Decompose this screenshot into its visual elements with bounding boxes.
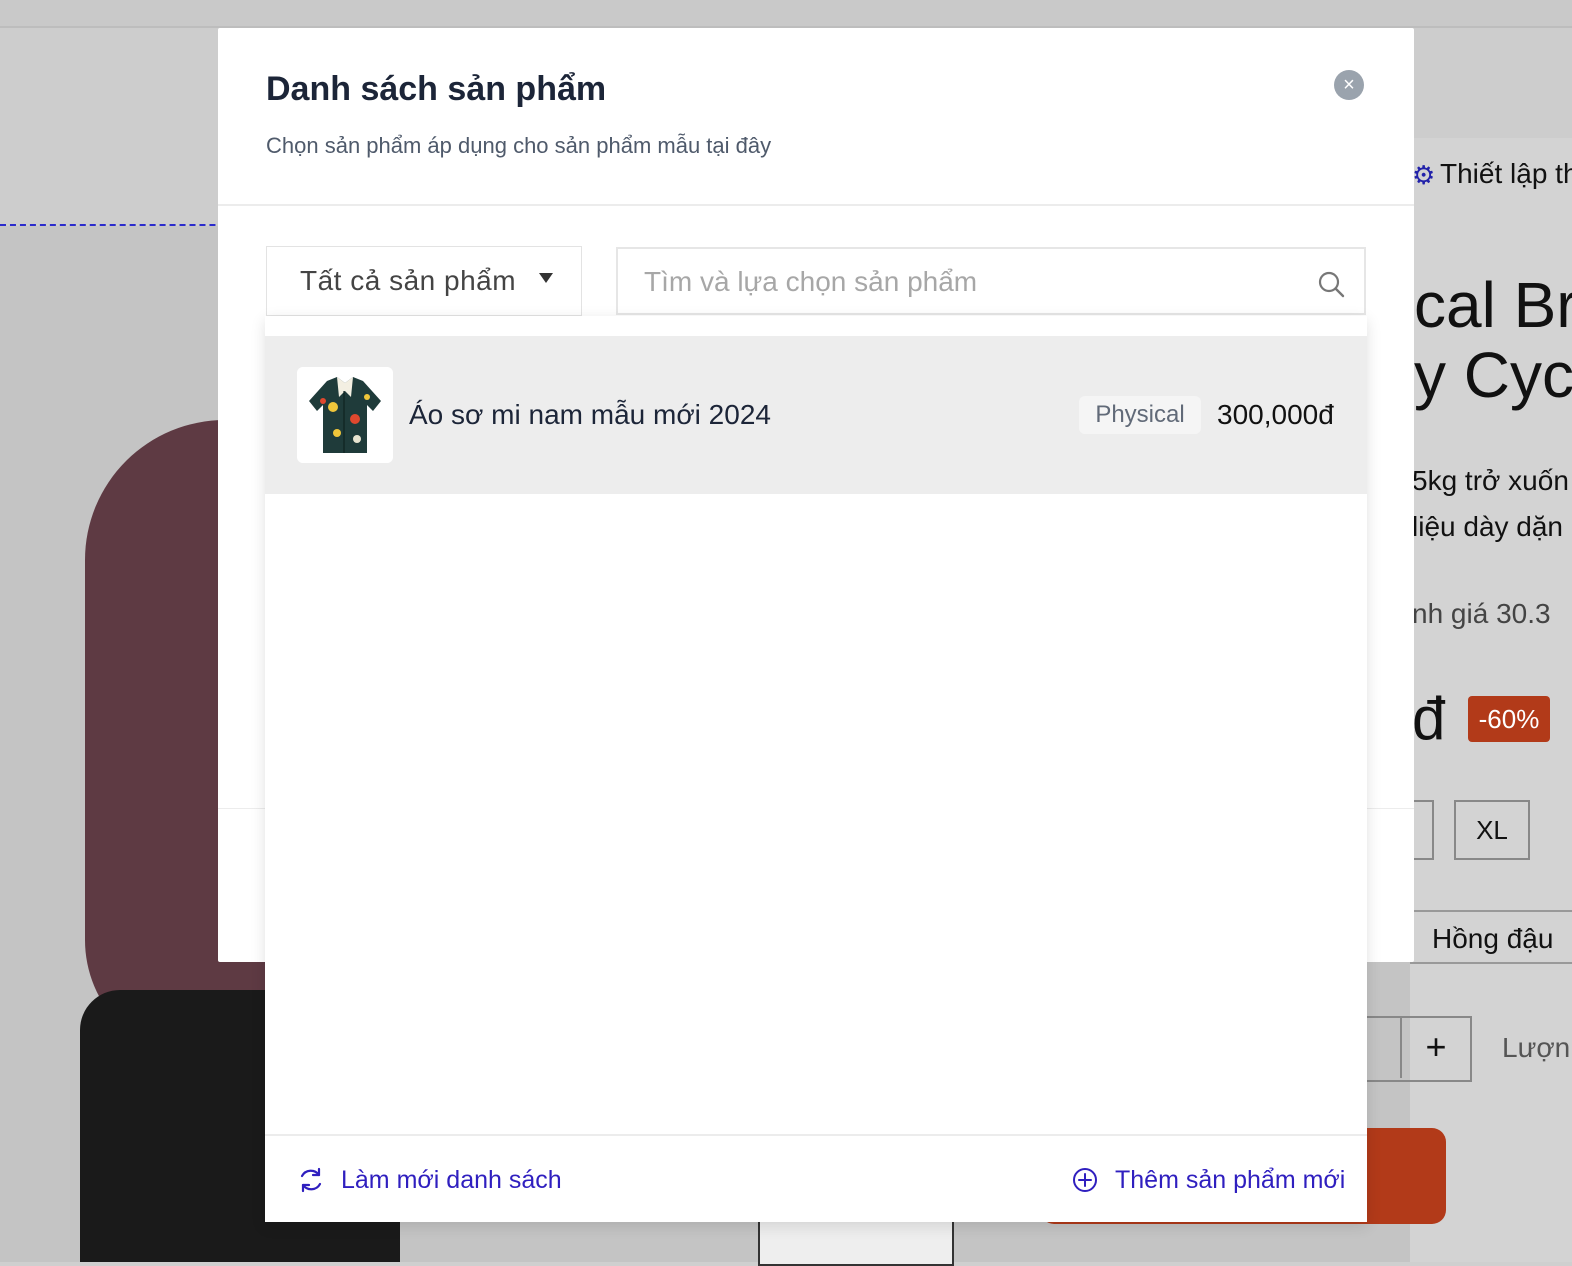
shirt-thumbnail [297,367,393,463]
product-name: Áo sơ mi nam mẫu mới 2024 [409,399,771,430]
add-product-label: Thêm sản phẩm mới [1115,1166,1346,1194]
background-rating: nh giá 30.3 [1412,598,1551,629]
refresh-icon [300,1167,322,1193]
background-topbar [0,0,1572,28]
product-filter-label: Tất cả sản phẩm [300,265,517,296]
product-search-box [616,247,1366,315]
product-price: 300,000đ [1217,399,1334,430]
product-filter-select[interactable]: Tất cả sản phẩm [266,246,582,316]
background-thumbnail [758,1215,954,1266]
caret-down-icon [539,273,553,283]
search-icon[interactable] [1316,269,1346,299]
modal-subtitle: Chọn sản phẩm áp dụng cho sản phẩm mẫu t… [266,133,772,158]
close-button[interactable]: × [1334,70,1364,100]
background-size-xl: XL [1454,800,1530,860]
settings-icon: ⚙ [1412,160,1436,190]
product-search-input[interactable] [642,259,1306,305]
product-row[interactable]: Áo sơ mi nam mẫu mới 2024 Physical 300,0… [265,336,1367,494]
refresh-list-label: Làm mới danh sách [341,1166,562,1194]
product-type-badge: Physical [1079,396,1201,434]
background-quantity-label: Lượn [1502,1032,1571,1063]
dropdown-footer: Làm mới danh sách Thêm sản phẩm mới [265,1134,1367,1222]
background-settings-label: Thiết lập th [1440,158,1572,189]
background-price: đ [1412,685,1446,752]
add-product-button[interactable]: Thêm sản phẩm mới [1071,1164,1345,1198]
plus-circle-icon [1073,1168,1097,1192]
modal-title: Danh sách sản phẩm [266,70,607,108]
modal-header: Danh sách sản phẩm Chọn sản phẩm áp dụng… [218,28,1414,206]
background-product-description: 5kg trở xuốn liệu dày dặn [1412,465,1569,542]
background-quantity-plus: + [1400,1016,1470,1078]
background-color-option: Hồng đậu [1410,910,1572,964]
product-dropdown: Áo sơ mi nam mẫu mới 2024 Physical 300,0… [265,316,1367,1222]
background-discount-badge: -60% [1468,696,1550,742]
background-product-title: cal Br y Cycle [1414,269,1572,411]
